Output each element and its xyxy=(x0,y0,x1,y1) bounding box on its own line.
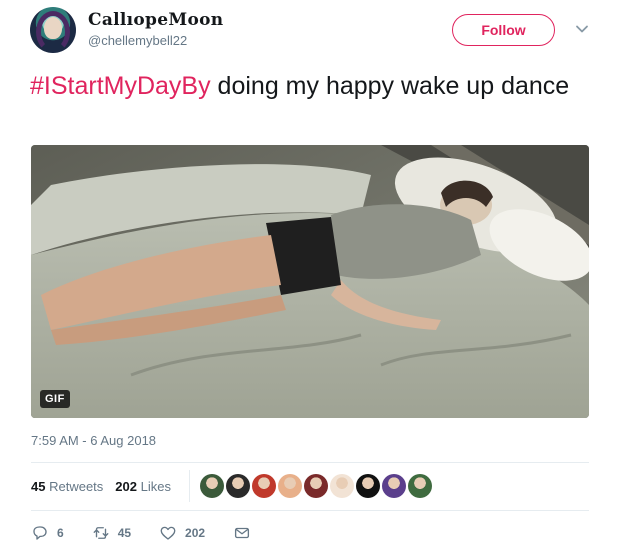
tweet-body: doing my happy wake up dance xyxy=(210,72,570,100)
retweets-stat-label: Retweets xyxy=(49,479,104,494)
gif-media[interactable]: GIF xyxy=(31,145,589,418)
retweets-stat-count: 45 xyxy=(31,479,46,494)
likes-stat[interactable]: 202 Likes xyxy=(115,479,171,494)
liker-avatar[interactable] xyxy=(382,474,406,498)
liker-avatar[interactable] xyxy=(226,474,250,498)
timestamp[interactable]: 7:59 AM - 6 Aug 2018 xyxy=(31,433,156,448)
liker-avatar[interactable] xyxy=(278,474,302,498)
engagement-stats: 45 Retweets 202 Likes xyxy=(31,479,171,494)
liker-avatar[interactable] xyxy=(252,474,276,498)
retweet-count: 45 xyxy=(117,526,132,540)
user-handle[interactable]: @chellemybell22 xyxy=(88,33,187,48)
retweet-icon xyxy=(93,527,109,539)
envelope-icon xyxy=(235,527,250,539)
liker-avatar[interactable] xyxy=(330,474,354,498)
liker-avatar[interactable] xyxy=(304,474,328,498)
tweet-actions: 6 45 202 xyxy=(31,524,279,542)
liker-avatars xyxy=(200,474,432,498)
stats-divider xyxy=(189,470,190,502)
gif-frame-image xyxy=(31,145,589,418)
divider-bottom xyxy=(31,510,589,511)
likes-stat-count: 202 xyxy=(115,479,137,494)
retweet-button[interactable]: 45 xyxy=(92,524,131,542)
hashtag-link[interactable]: #IStartMyDayBy xyxy=(30,72,211,100)
liker-avatar[interactable] xyxy=(356,474,380,498)
tweet-text: #IStartMyDayBy doing my happy wake up da… xyxy=(30,70,590,102)
retweets-stat[interactable]: 45 Retweets xyxy=(31,479,103,494)
liker-avatar[interactable] xyxy=(200,474,224,498)
gif-badge: GIF xyxy=(40,390,70,408)
like-button[interactable]: 202 xyxy=(159,524,205,542)
chevron-down-icon[interactable] xyxy=(575,22,589,36)
reply-count: 6 xyxy=(57,526,64,540)
direct-message-button[interactable] xyxy=(233,524,251,542)
reply-icon xyxy=(33,526,47,540)
divider-top xyxy=(31,462,589,463)
heart-icon xyxy=(160,526,176,540)
likes-stat-label: Likes xyxy=(140,479,171,494)
follow-button[interactable]: Follow xyxy=(452,14,555,46)
reply-button[interactable]: 6 xyxy=(31,524,64,542)
like-count: 202 xyxy=(185,526,206,540)
avatar[interactable] xyxy=(30,7,76,53)
avatar-face xyxy=(44,17,62,39)
liker-avatar[interactable] xyxy=(408,474,432,498)
display-name[interactable]: CallıopeMoon xyxy=(88,10,223,30)
